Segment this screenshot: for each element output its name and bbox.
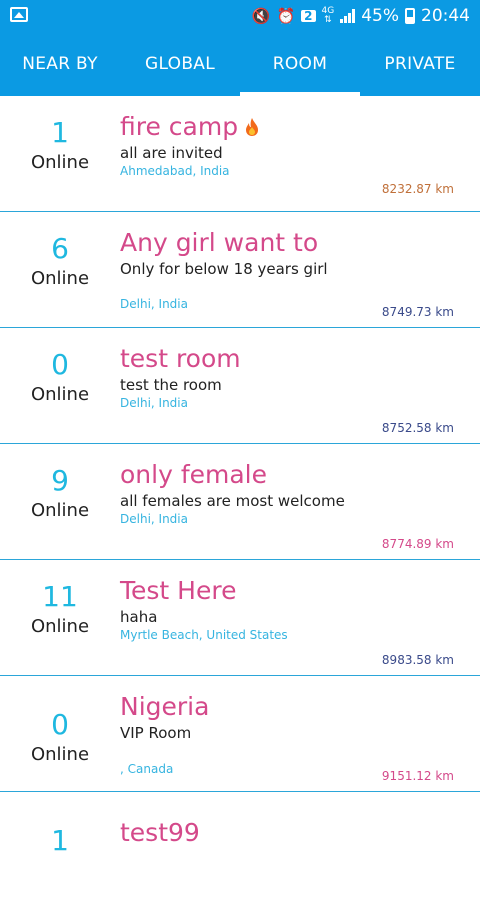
online-count: 0 (51, 348, 69, 381)
room-description: test the room (120, 376, 222, 394)
image-icon (10, 7, 28, 22)
status-bar: 🔇 ⏰ 2 4G ⇅ 45% 20:44 (0, 0, 480, 32)
tab-global[interactable]: GLOBAL (120, 32, 240, 96)
battery-icon (405, 8, 415, 24)
room-row-fire-camp[interactable]: 1 Online fire camp all are invited Ahmed… (0, 96, 480, 212)
room-row-test-room[interactable]: 0 Online test room test the room Delhi, … (0, 328, 480, 444)
room-distance: 8774.89 km (381, 537, 454, 551)
mute-icon: 🔇 (251, 6, 271, 25)
online-count: 1 (51, 116, 69, 149)
online-count: 9 (51, 464, 69, 497)
room-distance: 8232.87 km (381, 182, 454, 196)
alarm-icon: ⏰ (276, 6, 296, 25)
fire-icon (246, 118, 259, 136)
room-location: Delhi, India (120, 396, 188, 410)
badge-2-icon: 2 (301, 10, 316, 22)
room-location: Myrtle Beach, United States (120, 628, 288, 642)
online-label: Online (30, 616, 90, 637)
room-row-only-female[interactable]: 9 Online only female all females are mos… (0, 444, 480, 560)
room-row-test99[interactable]: 1 test99 (0, 792, 480, 908)
room-location: , Canada (120, 762, 174, 776)
online-label: Online (30, 384, 90, 405)
room-title: test room (120, 344, 241, 373)
network-type: 4G ⇅ (321, 6, 335, 25)
signal-icon (340, 9, 356, 23)
room-description: Only for below 18 years girl (120, 260, 328, 278)
tab-bar: NEAR BY GLOBAL ROOM PRIVATE (0, 32, 480, 96)
room-title: Nigeria (120, 692, 210, 721)
online-label: Online (30, 152, 90, 173)
online-label: Online (30, 744, 90, 765)
online-label: Online (30, 268, 90, 289)
battery-percent: 45% (361, 6, 399, 26)
online-count: 11 (42, 580, 78, 613)
tab-near-by[interactable]: NEAR BY (0, 32, 120, 96)
room-title: fire camp (120, 112, 260, 141)
room-list[interactable]: 1 Online fire camp all are invited Ahmed… (0, 96, 480, 908)
room-location: Ahmedabad, India (120, 164, 230, 178)
room-location: Delhi, India (120, 512, 188, 526)
room-description: all females are most welcome (120, 492, 345, 510)
room-distance: 8983.58 km (381, 653, 454, 667)
online-count: 0 (51, 708, 69, 741)
room-row-test-here[interactable]: 11 Online Test Here haha Myrtle Beach, U… (0, 560, 480, 676)
online-count: 6 (51, 232, 69, 265)
clock: 20:44 (421, 6, 470, 26)
room-title: test99 (120, 818, 200, 847)
room-title: Test Here (120, 576, 237, 605)
room-title: only female (120, 460, 268, 489)
room-distance: 9151.12 km (381, 769, 454, 783)
room-description: haha (120, 608, 158, 626)
room-distance: 8749.73 km (381, 305, 454, 319)
tab-room[interactable]: ROOM (240, 32, 360, 96)
room-description: all are invited (120, 144, 223, 162)
room-distance: 8752.58 km (381, 421, 454, 435)
room-row-any-girl[interactable]: 6 Online Any girl want to Only for below… (0, 212, 480, 328)
room-location: Delhi, India (120, 297, 188, 311)
room-description: VIP Room (120, 724, 192, 742)
room-row-nigeria[interactable]: 0 Online Nigeria VIP Room , Canada 9151.… (0, 676, 480, 792)
room-title: Any girl want to (120, 228, 319, 257)
online-count: 1 (51, 824, 69, 857)
status-icons: 🔇 ⏰ 2 4G ⇅ 45% 20:44 (252, 4, 470, 28)
online-label: Online (30, 500, 90, 521)
tab-private[interactable]: PRIVATE (360, 32, 480, 96)
